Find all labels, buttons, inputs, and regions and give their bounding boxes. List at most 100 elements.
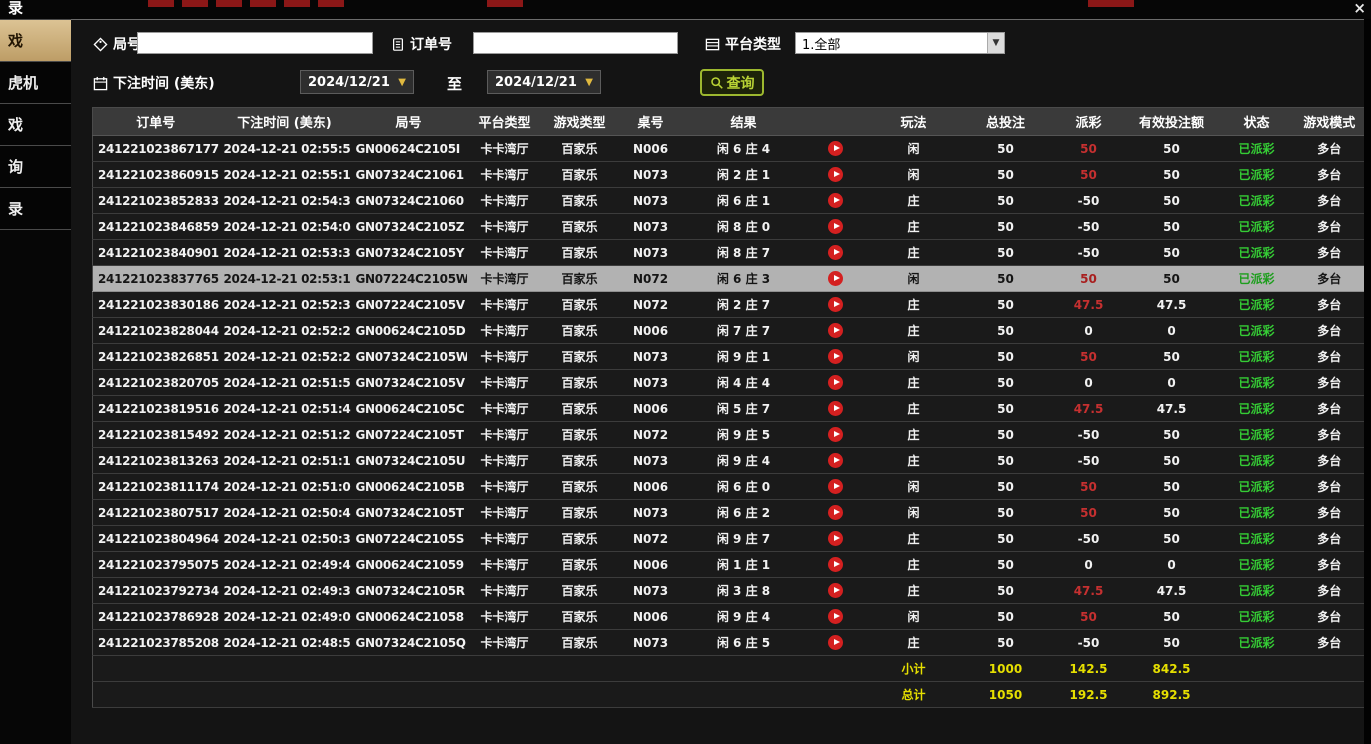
cell-round-number: GN07324C21060 — [351, 188, 467, 214]
search-button[interactable]: 查询 — [700, 69, 764, 96]
play-button[interactable] — [828, 453, 843, 468]
cell-total-bet: 50 — [959, 422, 1053, 448]
cell-result: 闲 1 庄 1 — [685, 552, 803, 578]
play-button[interactable] — [828, 349, 843, 364]
play-button[interactable] — [828, 141, 843, 156]
list-icon — [705, 37, 720, 52]
cell-platform-type: 卡卡湾厅 — [467, 240, 543, 266]
cell-bet-time: 2024-12-21 02:51:13 — [219, 448, 351, 474]
platform-type-select[interactable]: 1.全部 ▼ — [795, 32, 1005, 54]
play-button[interactable] — [828, 609, 843, 624]
background-artifact — [1088, 0, 1134, 7]
table-row[interactable]: 2412210237852082024-12-21 02:48:52GN0732… — [93, 630, 1365, 656]
date-to-picker[interactable]: 2024/12/21 ▼ — [487, 70, 601, 94]
column-header — [803, 108, 869, 136]
cell-total-bet: 50 — [959, 370, 1053, 396]
play-button[interactable] — [828, 531, 843, 546]
cell-replay — [803, 188, 869, 214]
scrollbar[interactable] — [1364, 19, 1371, 744]
order-number-input[interactable] — [473, 32, 678, 54]
table-header-row: 订单号下注时间 (美东)局号平台类型游戏类型桌号结果玩法总投注派彩有效投注额状态… — [93, 108, 1365, 136]
play-button[interactable] — [828, 505, 843, 520]
table-row[interactable]: 2412210238049642024-12-21 02:50:33GN0722… — [93, 526, 1365, 552]
play-icon — [834, 405, 840, 411]
play-button[interactable] — [828, 167, 843, 182]
cell-game-mode: 多台 — [1295, 526, 1365, 552]
cell-total-bet: 50 — [959, 396, 1053, 422]
column-header: 下注时间 (美东) — [219, 108, 351, 136]
play-icon — [834, 327, 840, 333]
table-row[interactable]: 2412210238195162024-12-21 02:51:45GN0062… — [93, 396, 1365, 422]
cell-replay — [803, 526, 869, 552]
table-row[interactable]: 2412210238609152024-12-21 02:55:17GN0732… — [93, 162, 1365, 188]
sidebar-item-2[interactable]: 虎机 — [0, 62, 71, 104]
play-icon — [834, 431, 840, 437]
cell-order-number: 241221023792734 — [93, 578, 219, 604]
subtotal-spacer — [93, 656, 869, 682]
table-row[interactable]: 2412210238409012024-12-21 02:53:32GN0732… — [93, 240, 1365, 266]
table-row[interactable]: 2412210238111742024-12-21 02:51:03GN0062… — [93, 474, 1365, 500]
cell-bet-side: 闲 — [869, 474, 959, 500]
play-button[interactable] — [828, 427, 843, 442]
sidebar-item-4[interactable]: 询 — [0, 146, 71, 188]
order-number-label: 订单号 — [410, 34, 452, 54]
table-row[interactable]: 2412210237950752024-12-21 02:49:40GN0062… — [93, 552, 1365, 578]
play-button[interactable] — [828, 271, 843, 286]
cell-platform-type: 卡卡湾厅 — [467, 526, 543, 552]
date-from-value: 2024/12/21 — [308, 75, 390, 90]
table-row[interactable]: 2412210238671772024-12-21 02:55:51GN0062… — [93, 136, 1365, 162]
cell-round-number: GN07324C2105T — [351, 500, 467, 526]
cell-replay — [803, 344, 869, 370]
cell-replay — [803, 448, 869, 474]
play-button[interactable] — [828, 557, 843, 572]
play-button[interactable] — [828, 297, 843, 312]
table-row[interactable]: 2412210238280442024-12-21 02:52:29GN0062… — [93, 318, 1365, 344]
cell-bet-side: 庄 — [869, 552, 959, 578]
cell-replay — [803, 552, 869, 578]
play-button[interactable] — [828, 479, 843, 494]
round-number-input[interactable] — [137, 32, 373, 54]
cell-table-number: N072 — [617, 266, 685, 292]
play-button[interactable] — [828, 245, 843, 260]
cell-round-number: GN07324C2105Z — [351, 214, 467, 240]
table-row[interactable]: 2412210238301862024-12-21 02:52:37GN0722… — [93, 292, 1365, 318]
play-button[interactable] — [828, 193, 843, 208]
cell-valid-bet: 50 — [1125, 136, 1219, 162]
table-row[interactable]: 2412210238377652024-12-21 02:53:19GN0722… — [93, 266, 1365, 292]
sidebar-item-3[interactable]: 戏 — [0, 104, 71, 146]
play-icon — [834, 483, 840, 489]
sidebar-item-5[interactable]: 录 — [0, 188, 71, 230]
cell-status: 已派彩 — [1219, 630, 1295, 656]
play-button[interactable] — [828, 635, 843, 650]
play-button[interactable] — [828, 323, 843, 338]
cell-game-mode: 多台 — [1295, 370, 1365, 396]
table-row[interactable]: 2412210238468592024-12-21 02:54:04GN0732… — [93, 214, 1365, 240]
play-button[interactable] — [828, 219, 843, 234]
table-row[interactable]: 2412210238132632024-12-21 02:51:13GN0732… — [93, 448, 1365, 474]
table-row[interactable]: 2412210238207052024-12-21 02:51:53GN0732… — [93, 370, 1365, 396]
cell-platform-type: 卡卡湾厅 — [467, 318, 543, 344]
cell-payout: 0 — [1053, 552, 1125, 578]
cell-valid-bet: 47.5 — [1125, 292, 1219, 318]
play-button[interactable] — [828, 375, 843, 390]
table-row[interactable]: 2412210238528332024-12-21 02:54:37GN0732… — [93, 188, 1365, 214]
table-row[interactable]: 2412210237869282024-12-21 02:49:00GN0062… — [93, 604, 1365, 630]
table-row[interactable]: 2412210237927342024-12-21 02:49:30GN0732… — [93, 578, 1365, 604]
sidebar-item-1[interactable]: 戏 — [0, 20, 71, 62]
table-row[interactable]: 2412210238154922024-12-21 02:51:23GN0722… — [93, 422, 1365, 448]
cell-round-number: GN07224C2105W — [351, 266, 467, 292]
close-button[interactable]: × — [1353, 0, 1366, 16]
play-button[interactable] — [828, 583, 843, 598]
cell-replay — [803, 292, 869, 318]
table-row[interactable]: 2412210238075172024-12-21 02:50:42GN0732… — [93, 500, 1365, 526]
play-button[interactable] — [828, 401, 843, 416]
table-row[interactable]: 2412210238268512024-12-21 02:52:22GN0732… — [93, 344, 1365, 370]
date-from-picker[interactable]: 2024/12/21 ▼ — [300, 70, 414, 94]
cell-bet-side: 庄 — [869, 292, 959, 318]
cell-order-number: 241221023852833 — [93, 188, 219, 214]
cell-platform-type: 卡卡湾厅 — [467, 604, 543, 630]
play-icon — [834, 535, 840, 541]
cell-game-mode: 多台 — [1295, 630, 1365, 656]
cell-valid-bet: 50 — [1125, 344, 1219, 370]
cell-table-number: N006 — [617, 604, 685, 630]
